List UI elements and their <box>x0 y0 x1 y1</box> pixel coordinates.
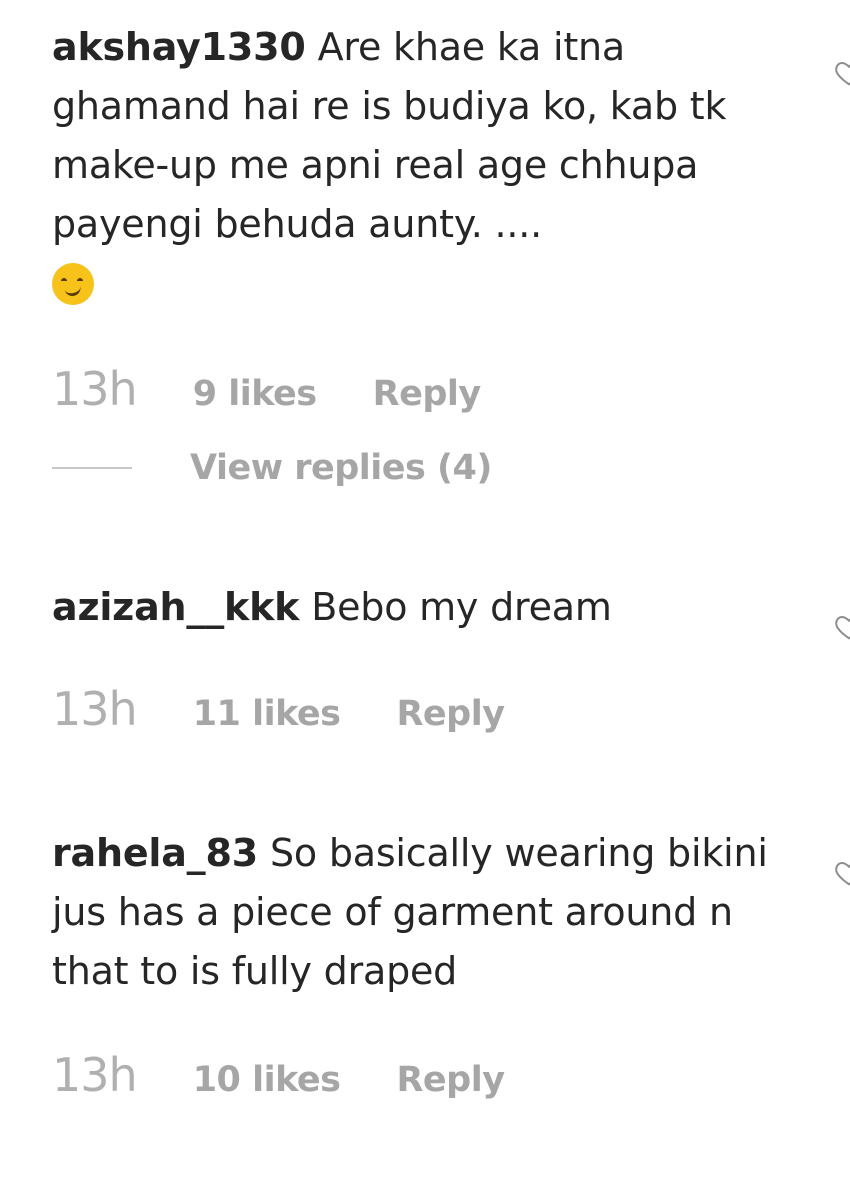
comment-text: Bebo my dream <box>311 585 612 629</box>
comment-username[interactable]: rahela_83 <box>52 831 258 875</box>
comment-item: azizah__kkk Bebo my dream <box>52 578 772 637</box>
comment-likes[interactable]: 11 likes <box>193 694 341 734</box>
comment-item: akshay1330 Are khae ka itna ghamand hai r… <box>52 18 772 313</box>
heart-outline-icon[interactable] <box>834 612 850 642</box>
comment-time[interactable]: 13h <box>52 682 138 736</box>
comment-body: akshay1330 Are khae ka itna ghamand hai r… <box>52 18 772 313</box>
comment-meta: 13h 9 likes Reply <box>52 362 481 416</box>
comment-time[interactable]: 13h <box>52 362 138 416</box>
comment-username[interactable]: azizah__kkk <box>52 585 299 629</box>
comment-username[interactable]: akshay1330 <box>52 25 306 69</box>
smirk-emoji-icon <box>52 262 94 305</box>
view-replies-label[interactable]: View replies (4) <box>190 448 492 488</box>
comment-meta: 13h 10 likes Reply <box>52 1048 505 1102</box>
comment-item: rahela_83 So basically wearing bikini jus… <box>52 824 772 1001</box>
view-replies-line <box>52 467 132 469</box>
view-replies-button[interactable]: View replies (4) <box>52 448 492 488</box>
comment-likes[interactable]: 10 likes <box>193 1060 341 1100</box>
reply-button[interactable]: Reply <box>396 694 505 734</box>
comment-meta: 13h 11 likes Reply <box>52 682 505 736</box>
comment-time[interactable]: 13h <box>52 1048 138 1102</box>
comment-body: azizah__kkk Bebo my dream <box>52 578 772 637</box>
heart-outline-icon[interactable] <box>834 858 850 888</box>
heart-outline-icon[interactable] <box>834 58 850 88</box>
comment-body: rahela_83 So basically wearing bikini jus… <box>52 824 772 1001</box>
reply-button[interactable]: Reply <box>396 1060 505 1100</box>
reply-button[interactable]: Reply <box>373 374 482 414</box>
comment-likes[interactable]: 9 likes <box>193 374 317 414</box>
